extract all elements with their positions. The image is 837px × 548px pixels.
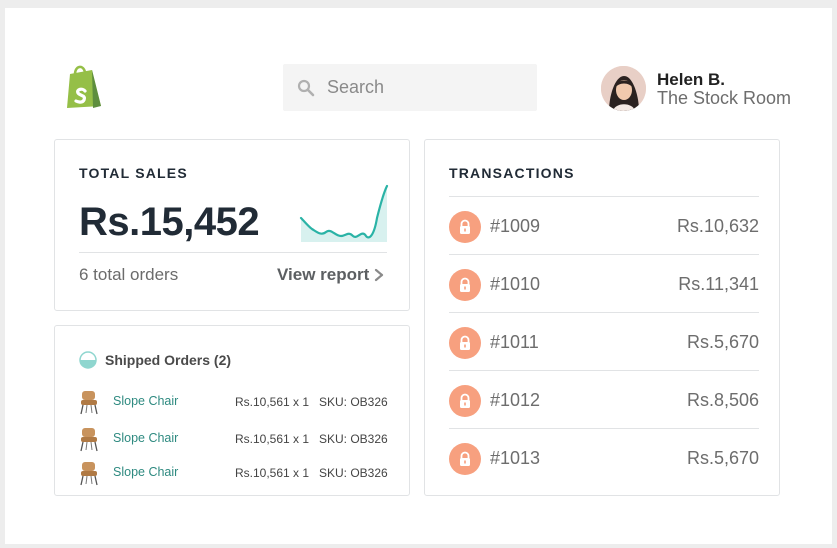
product-name-link[interactable]: Slope Chair bbox=[113, 394, 178, 408]
transaction-row[interactable]: #1013 Rs.5,670 bbox=[449, 428, 759, 486]
transaction-amount: Rs.11,341 bbox=[678, 274, 759, 294]
sales-sparkline bbox=[299, 184, 389, 242]
chair-icon bbox=[80, 391, 98, 415]
view-report-label: View report bbox=[277, 265, 370, 284]
product-sku: SKU: OB326 bbox=[319, 432, 388, 446]
transaction-id: #1012 bbox=[490, 390, 541, 410]
transaction-id: #1013 bbox=[490, 448, 541, 468]
list-item: Slope Chair Rs.10,561 x 1 SKU: OB326 bbox=[79, 389, 389, 415]
user-name: Helen B. bbox=[657, 70, 726, 89]
search-input[interactable] bbox=[327, 77, 517, 98]
shipped-orders-card: Shipped Orders (2) Slope Chair Rs.10,561… bbox=[54, 325, 410, 496]
store-name: The Stock Room bbox=[657, 88, 792, 108]
product-price: Rs.10,561 x 1 bbox=[235, 432, 310, 446]
lock-icon bbox=[449, 327, 481, 359]
product-name-link[interactable]: Slope Chair bbox=[113, 465, 178, 479]
total-sales-title: TOTAL SALES bbox=[79, 165, 188, 181]
avatar[interactable] bbox=[601, 66, 646, 111]
product-price: Rs.10,561 x 1 bbox=[235, 466, 310, 480]
transaction-row[interactable]: #1012 Rs.8,506 bbox=[449, 370, 759, 428]
shopify-logo-icon[interactable] bbox=[63, 64, 105, 110]
chair-icon bbox=[80, 428, 98, 452]
product-sku: SKU: OB326 bbox=[319, 466, 388, 480]
chevron-right-icon bbox=[375, 268, 384, 282]
shipped-orders-title: Shipped Orders (2) bbox=[105, 352, 232, 368]
half-circle-icon bbox=[79, 351, 97, 369]
view-report-link[interactable]: View report bbox=[277, 265, 384, 285]
chair-icon bbox=[80, 462, 98, 486]
shipped-orders-header[interactable]: Shipped Orders (2) bbox=[79, 351, 231, 369]
search-bar[interactable] bbox=[283, 64, 537, 111]
transaction-row[interactable]: #1009 Rs.10,632 bbox=[449, 196, 759, 254]
lock-icon bbox=[449, 211, 481, 243]
total-sales-amount: Rs.15,452 bbox=[79, 200, 260, 244]
search-icon bbox=[297, 79, 315, 96]
transaction-id: #1009 bbox=[490, 216, 541, 236]
transaction-amount: Rs.5,670 bbox=[686, 448, 759, 468]
lock-icon bbox=[449, 385, 481, 417]
transaction-id: #1010 bbox=[490, 274, 541, 294]
product-name-link[interactable]: Slope Chair bbox=[113, 431, 178, 445]
lock-icon bbox=[449, 269, 481, 301]
lock-icon bbox=[449, 443, 481, 475]
product-sku: SKU: OB326 bbox=[319, 395, 388, 409]
list-item: Slope Chair Rs.10,561 x 1 SKU: OB326 bbox=[79, 460, 389, 486]
total-sales-card: TOTAL SALES Rs.15,452 6 total orders Vie… bbox=[54, 139, 410, 311]
transaction-row[interactable]: #1010 Rs.11,341 bbox=[449, 254, 759, 312]
transactions-title: TRANSACTIONS bbox=[449, 165, 575, 181]
total-orders-count: 6 total orders bbox=[79, 265, 179, 284]
transaction-amount: Rs.8,506 bbox=[686, 390, 759, 410]
transaction-row[interactable]: #1011 Rs.5,670 bbox=[449, 312, 759, 370]
transaction-amount: Rs.5,670 bbox=[686, 332, 759, 352]
transaction-amount: Rs.10,632 bbox=[676, 216, 759, 236]
product-price: Rs.10,561 x 1 bbox=[235, 395, 310, 409]
sales-divider bbox=[79, 252, 387, 253]
transactions-card: TRANSACTIONS #1009 Rs.10,632 #1010 Rs.11… bbox=[424, 139, 780, 496]
transaction-id: #1011 bbox=[490, 332, 539, 352]
list-item: Slope Chair Rs.10,561 x 1 SKU: OB326 bbox=[79, 426, 389, 452]
